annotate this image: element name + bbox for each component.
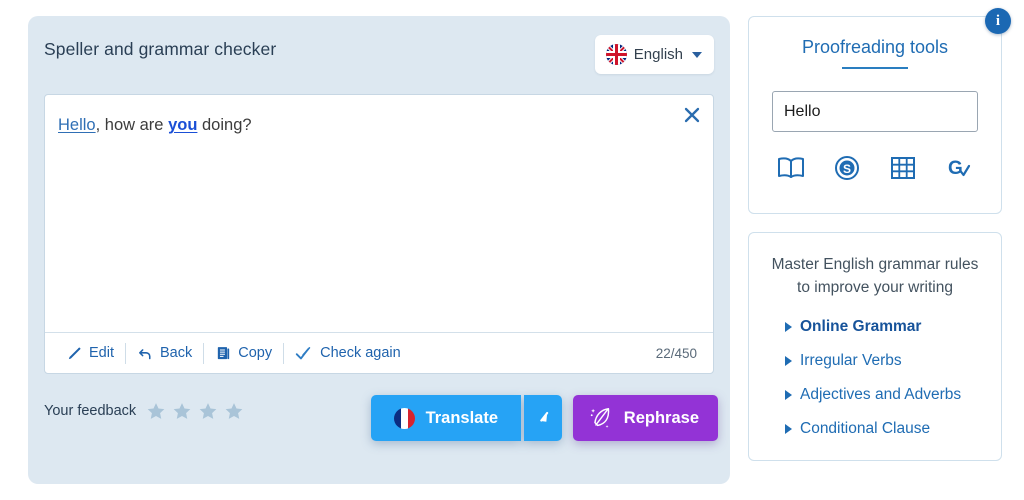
rephrase-label: Rephrase (623, 408, 699, 427)
promo-link-conditional-clause[interactable]: Conditional Clause (785, 420, 985, 438)
close-icon[interactable] (680, 103, 704, 127)
uk-flag-icon (605, 44, 627, 65)
cursor-arrow-icon (539, 411, 549, 422)
page-title: Speller and grammar checker (44, 39, 277, 59)
check-again-button[interactable]: Check again (284, 342, 412, 364)
editor-text-after: doing? (197, 116, 252, 134)
dictionary-book-icon[interactable] (776, 153, 806, 183)
promo-heading: Master English grammar rules to improve … (771, 256, 979, 297)
feedback-label: Your feedback (44, 403, 137, 419)
language-label: English (633, 46, 683, 63)
promo-link-irregular-verbs[interactable]: Irregular Verbs (785, 352, 985, 370)
star-icon[interactable] (172, 401, 192, 421)
grammar-promo-card: Master English grammar rules to improve … (748, 232, 1002, 461)
feedback-row: Your feedback (44, 401, 244, 421)
right-sidebar: i Proofreading tools S (748, 8, 1011, 461)
translate-label: Translate (425, 408, 499, 427)
translate-button-group: Translate (370, 395, 562, 441)
promo-link-label: Online Grammar (800, 317, 922, 335)
rating-stars[interactable] (146, 401, 244, 421)
pencil-icon (68, 346, 81, 359)
undo-arrow-icon (139, 348, 151, 359)
tools-card-title: Proofreading tools (801, 37, 949, 57)
editor-toolbar: Edit Back Copy Check again 22/450 (45, 332, 713, 373)
svg-text:G: G (948, 158, 963, 179)
editor-content: Hello, how are you doing? (58, 114, 663, 137)
speller-checker-panel: Speller and grammar checker English Hell… (28, 16, 730, 484)
rephrase-button[interactable]: Rephrase (572, 395, 718, 441)
spelling-error-token-1[interactable]: Hello (58, 116, 96, 134)
promo-link-list: Online Grammar Irregular Verbs Adjective… (765, 318, 985, 438)
triangle-right-icon (785, 355, 792, 366)
copy-button[interactable]: Copy (204, 342, 283, 364)
triangle-right-icon (785, 389, 792, 400)
character-counter: 22/450 (655, 345, 697, 361)
promo-link-label: Conditional Clause (800, 419, 931, 437)
tool-icon-row: S G (749, 153, 1001, 183)
svg-text:S: S (843, 162, 851, 176)
grammar-error-token-2[interactable]: you (168, 116, 197, 134)
double-check-icon (295, 346, 311, 359)
triangle-right-icon (785, 321, 792, 332)
edit-button[interactable]: Edit (55, 342, 125, 364)
app-page: Speller and grammar checker English Hell… (0, 0, 1024, 500)
title-underline (842, 67, 908, 69)
star-icon[interactable] (146, 401, 166, 421)
promo-link-label: Adjectives and Adverbs (800, 385, 962, 403)
back-button[interactable]: Back (126, 342, 203, 364)
word-lookup-input[interactable] (772, 91, 978, 132)
text-editor[interactable]: Hello, how are you doing? Edit Back Copy… (44, 94, 714, 374)
promo-link-adjectives-adverbs[interactable]: Adjectives and Adverbs (785, 386, 985, 404)
promo-link-label: Irregular Verbs (800, 351, 902, 369)
language-selector[interactable]: English (594, 35, 714, 74)
chevron-down-icon (692, 51, 702, 58)
translate-options-button[interactable] (523, 395, 562, 441)
back-label: Back (160, 345, 193, 361)
editor-text-mid: , how are (95, 116, 169, 134)
action-buttons: Translate Rephrase (370, 395, 718, 441)
panel-header: Speller and grammar checker English (28, 16, 730, 94)
synonyms-circle-s-icon[interactable]: S (832, 153, 862, 183)
france-flag-icon (393, 407, 415, 429)
translate-button[interactable]: Translate (370, 395, 521, 441)
promo-link-online-grammar[interactable]: Online Grammar (785, 318, 985, 336)
edit-label: Edit (89, 345, 114, 361)
copy-document-icon (218, 346, 230, 359)
check-again-label: Check again (320, 345, 401, 361)
conjugation-grid-icon[interactable] (888, 153, 918, 183)
copy-label: Copy (238, 345, 273, 361)
proofreading-tools-card: i Proofreading tools S (748, 8, 1011, 214)
info-icon[interactable]: i (985, 8, 1011, 34)
grammar-g-check-icon[interactable]: G (944, 153, 974, 183)
triangle-right-icon (785, 423, 792, 434)
quill-sparkle-icon (590, 407, 610, 428)
star-icon[interactable] (198, 401, 218, 421)
star-icon[interactable] (224, 401, 244, 421)
